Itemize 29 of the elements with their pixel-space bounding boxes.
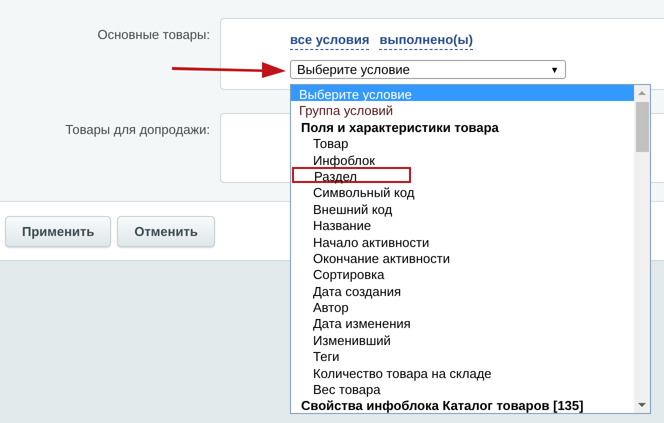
dropdown-option[interactable]: Группа условий xyxy=(291,101,634,118)
dropdown-option[interactable]: Название xyxy=(291,216,634,233)
dropdown-option[interactable]: Вес товара xyxy=(291,380,634,396)
field-label: Товары для допродажи: xyxy=(64,121,210,137)
dropdown-option[interactable]: Символьный код xyxy=(291,183,634,200)
caret-icon: ▼ xyxy=(550,64,559,74)
dropdown-option[interactable]: Сортировка xyxy=(291,265,634,282)
condition-link[interactable]: все условия xyxy=(290,32,370,50)
dropdown-option[interactable]: Раздел xyxy=(292,166,411,184)
condition-link[interactable]: выполнено(ы) xyxy=(379,32,473,50)
cancel-button[interactable]: Отменить xyxy=(117,216,215,246)
dropdown-option[interactable]: Инфоблок xyxy=(291,150,634,167)
field-label: Основные товары: xyxy=(96,26,210,42)
option-group-header: Свойства инфоблока Каталог товаров [135] xyxy=(300,397,584,413)
dropdown-option[interactable]: Автор xyxy=(291,298,634,314)
dropdown-option[interactable]: Товар xyxy=(291,134,634,151)
apply-button[interactable]: Применить xyxy=(5,216,112,246)
condition-select[interactable]: Выберите условие ▼ xyxy=(290,60,566,79)
dropdown-option[interactable]: Начало активности xyxy=(291,232,634,249)
dropdown-option[interactable]: Окончание активности xyxy=(291,248,634,266)
option-group-header: Поля и характеристики товара xyxy=(300,118,500,134)
dropdown-option[interactable]: Внешний код xyxy=(291,200,634,216)
scrollbar[interactable] xyxy=(634,85,650,413)
dropdown-option[interactable]: Дата изменения xyxy=(291,314,634,331)
dropdown-option[interactable]: Дата создания xyxy=(291,282,634,298)
dropdown-option[interactable]: Изменивший xyxy=(291,330,634,348)
dropdown-option[interactable]: Количество товара на складе xyxy=(291,364,634,380)
scroll-thumb[interactable] xyxy=(636,102,648,152)
dropdown-option[interactable]: Теги xyxy=(291,347,634,364)
